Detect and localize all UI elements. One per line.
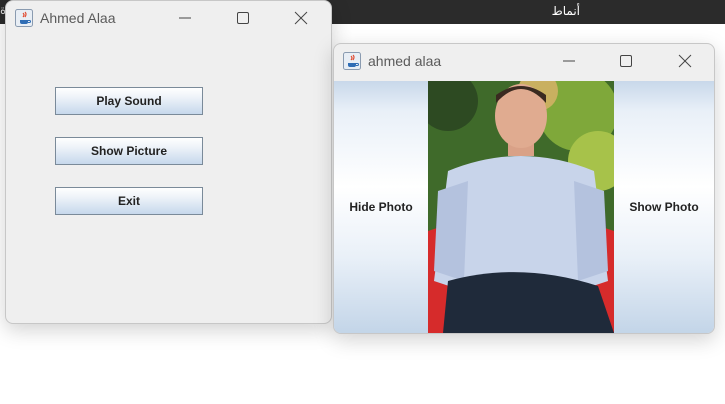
photo-window: ahmed alaa Hide Photo Show Photo [333,43,715,334]
person-photo-illustration [428,81,614,333]
topbar-text: أنماط [551,4,580,18]
main-window-titlebar[interactable]: Ahmed Alaa [6,1,331,35]
close-button[interactable] [286,6,316,30]
minimize-icon [563,60,575,62]
maximize-icon [237,12,249,24]
show-photo-button[interactable]: Show Photo [614,81,714,333]
minimize-button[interactable] [170,6,200,30]
maximize-button[interactable] [228,6,258,30]
close-icon [678,54,692,68]
main-window: Ahmed Alaa Play Sound Show Picture Exit [5,0,332,324]
exit-button[interactable]: Exit [55,187,203,215]
play-sound-button[interactable]: Play Sound [55,87,203,115]
close-icon [294,11,308,25]
java-icon [15,9,33,27]
photo-window-title: ahmed alaa [368,53,442,69]
photo-window-titlebar[interactable]: ahmed alaa [334,44,714,78]
minimize-icon [179,17,191,19]
main-window-title: Ahmed Alaa [40,10,116,26]
maximize-button[interactable] [611,49,641,73]
maximize-icon [620,55,632,67]
show-picture-button[interactable]: Show Picture [55,137,203,165]
java-icon [343,52,361,70]
close-button[interactable] [670,49,700,73]
hide-photo-button[interactable]: Hide Photo [334,81,428,333]
minimize-button[interactable] [554,49,584,73]
person-photo [428,81,614,333]
